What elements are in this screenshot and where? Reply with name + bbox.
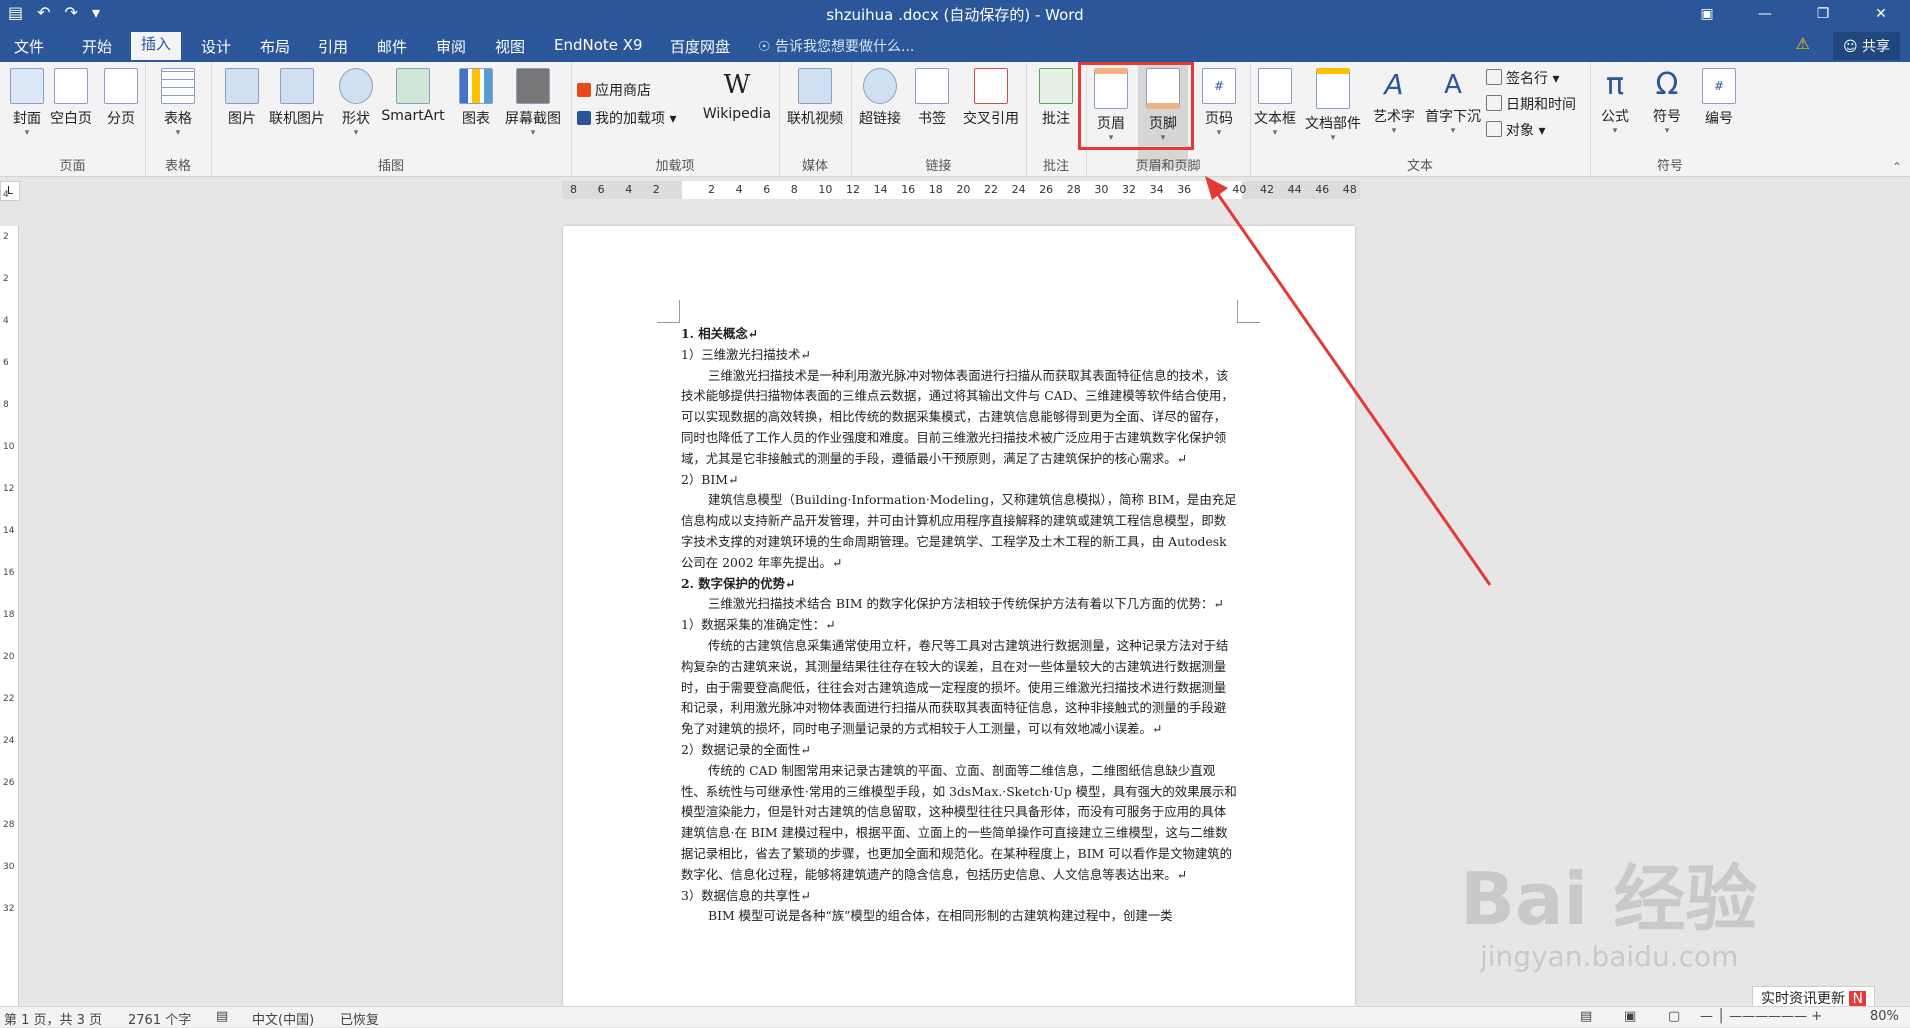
watermark-logo-text: Bai 经验 <box>1460 857 1758 941</box>
zoom-slider[interactable]: — │ —————— + <box>1700 1009 1822 1024</box>
zoom-level[interactable]: 80% <box>1870 1009 1899 1024</box>
read-mode-icon[interactable]: ▤ <box>1580 1009 1592 1024</box>
news-label: 实时资讯更新 <box>1761 991 1845 1007</box>
recovered-status: 已恢复 <box>340 1013 380 1028</box>
language[interactable]: 中文(中国) <box>252 1009 314 1028</box>
print-layout-icon[interactable]: ▣ <box>1624 1009 1636 1024</box>
watermark: Bai 经验 jingyan.baidu.com <box>1450 810 1830 980</box>
proofing-icon[interactable]: ▤ <box>216 1009 228 1024</box>
status-bar: 第 1 页，共 3 页 2761 个字 ▤ 中文(中国) 已恢复 ▤ ▣ ▢ —… <box>0 1006 1910 1028</box>
watermark-url: jingyan.baidu.com <box>1480 940 1739 973</box>
web-layout-icon[interactable]: ▢ <box>1668 1009 1680 1024</box>
news-icon: N <box>1849 991 1866 1007</box>
word-count[interactable]: 2761 个字 <box>128 1009 191 1028</box>
page-count[interactable]: 第 1 页，共 3 页 <box>4 1009 102 1028</box>
